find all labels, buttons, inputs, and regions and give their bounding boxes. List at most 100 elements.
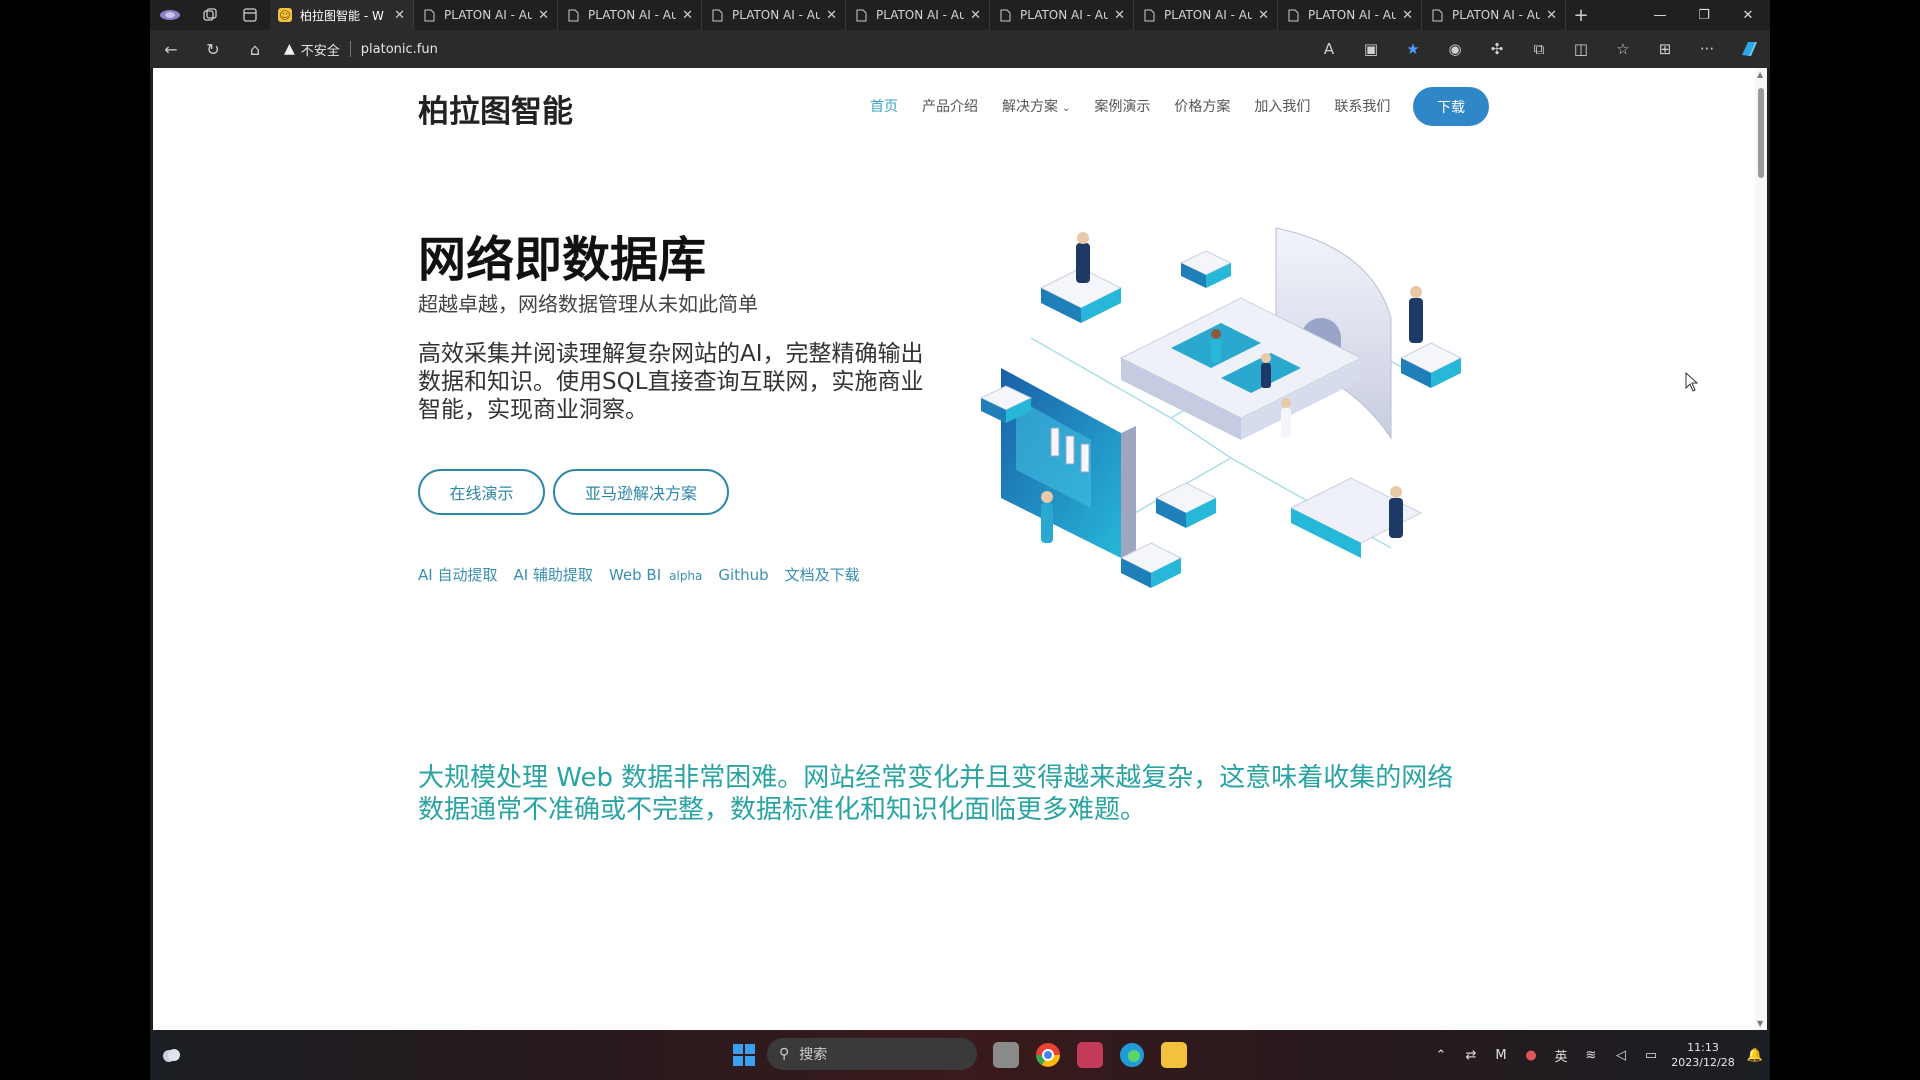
link-ai-assisted-extract[interactable]: AI 辅助提取 [513, 564, 592, 585]
page-icon [1430, 8, 1444, 22]
hero-description: 高效采集并阅读理解复杂网站的AI，完整精确输出数据和知识。使用SQL直接查询互联… [418, 341, 924, 423]
url-field[interactable]: ▲ 不安全 platonic.fun [284, 34, 1284, 64]
taskbar: ⚲ 搜索 ⌃ ⇄ M ● 英 ≋ ◁ ▭ 11:13 2023/12/28 🔔 [150, 1030, 1770, 1080]
close-icon[interactable]: ✕ [1402, 8, 1413, 23]
tab-title: PLATON AI - Au [444, 8, 533, 22]
page-icon [998, 8, 1012, 22]
link-github[interactable]: Github [718, 566, 768, 584]
nav-cases[interactable]: 案例演示 [1094, 96, 1150, 116]
tray-app-icon[interactable]: M [1486, 1048, 1516, 1063]
workspaces-icon[interactable] [190, 0, 230, 30]
clock-date: 2023/12/28 [1671, 1056, 1735, 1069]
extension-icon[interactable]: ✣ [1476, 30, 1518, 68]
more-icon[interactable]: ··· [1686, 30, 1728, 68]
refresh-icon[interactable]: ↻ [192, 30, 234, 68]
nav-solutions[interactable]: 解决方案 ⌄ [1002, 96, 1070, 116]
favorite-star-icon[interactable]: ★ [1392, 30, 1434, 68]
link-web-bi[interactable]: Web BI [609, 566, 661, 584]
close-icon[interactable]: ✕ [1258, 8, 1269, 23]
close-icon[interactable]: ✕ [1546, 8, 1557, 23]
microphone-icon[interactable]: ● [1516, 1048, 1546, 1063]
tab-4[interactable]: PLATON AI - Au ✕ [846, 0, 990, 30]
tab-7[interactable]: PLATON AI - Au ✕ [1278, 0, 1422, 30]
windows-start-icon[interactable] [733, 1044, 755, 1066]
tab-1[interactable]: PLATON AI - Au ✕ [414, 0, 558, 30]
close-icon[interactable]: ✕ [826, 8, 837, 23]
screen: ☺ 柏拉图智能 - W ✕ PLATON AI - Au ✕ PLATON AI… [150, 0, 1770, 1080]
app-available-icon[interactable]: ▣ [1350, 30, 1392, 68]
scrollbar-thumb[interactable] [1758, 88, 1764, 178]
minimize-icon[interactable]: — [1638, 0, 1682, 30]
weather-icon[interactable] [160, 1044, 182, 1066]
new-tab-button[interactable]: + [1566, 5, 1596, 26]
page-icon [710, 8, 724, 22]
collections-icon[interactable]: ⊞ [1644, 30, 1686, 68]
main-nav: 首页 产品介绍 解决方案 ⌄ 案例演示 价格方案 加入我们 联系我们 [870, 96, 1414, 116]
copilot-icon[interactable] [1728, 30, 1770, 68]
scroll-up-icon[interactable]: ▲ [1757, 70, 1763, 79]
site-logo[interactable]: 柏拉图智能 [418, 86, 573, 131]
page-icon [854, 8, 868, 22]
tab-0[interactable]: ☺ 柏拉图智能 - W ✕ [270, 0, 414, 30]
restore-icon[interactable]: ❐ [1682, 0, 1726, 30]
nav-join[interactable]: 加入我们 [1254, 96, 1310, 116]
web-page: 柏拉图智能 首页 产品介绍 解决方案 ⌄ 案例演示 价格方案 加入我们 联系我们 … [153, 68, 1767, 1030]
close-window-icon[interactable]: ✕ [1726, 0, 1770, 30]
close-icon[interactable]: ✕ [970, 8, 981, 23]
nav-home[interactable]: 首页 [870, 96, 898, 116]
wifi-icon[interactable]: ≋ [1576, 1048, 1606, 1063]
tab-3[interactable]: PLATON AI - Au ✕ [702, 0, 846, 30]
tab-title: PLATON AI - Au [588, 8, 677, 22]
close-icon[interactable]: ✕ [394, 8, 405, 23]
online-demo-button[interactable]: 在线演示 [418, 469, 545, 515]
amazon-solution-button[interactable]: 亚马逊解决方案 [553, 469, 729, 515]
notification-bell-icon[interactable]: 🔔 [1740, 1048, 1770, 1063]
feature-links: AI 自动提取 AI 辅助提取 Web BI alpha Github 文档及下… [418, 564, 876, 585]
tab-6[interactable]: PLATON AI - Au ✕ [1134, 0, 1278, 30]
hero-illustration [979, 227, 1463, 588]
home-icon[interactable]: ⌂ [234, 30, 276, 68]
download-button[interactable]: 下载 [1413, 87, 1489, 126]
tab-title: 柏拉图智能 - W [300, 8, 384, 23]
close-icon[interactable]: ✕ [1114, 8, 1125, 23]
chevron-up-icon[interactable]: ⌃ [1426, 1048, 1456, 1063]
extensions-puzzle-icon[interactable]: ⧉ [1518, 30, 1560, 68]
jetbrains-icon[interactable] [1077, 1042, 1103, 1068]
extension-avatar-icon[interactable]: ◉ [1434, 30, 1476, 68]
tab-8[interactable]: PLATON AI - Au ✕ [1422, 0, 1566, 30]
transfer-icon[interactable]: ⇄ [1456, 1048, 1486, 1063]
insecure-label: 不安全 [300, 43, 340, 59]
clock[interactable]: 11:13 2023/12/28 [1666, 1040, 1740, 1070]
taskbar-search[interactable]: ⚲ 搜索 [767, 1038, 977, 1070]
page-icon [422, 8, 436, 22]
page-scrollbar[interactable]: ▲ ▼ [1755, 68, 1767, 1030]
ime-indicator[interactable]: 英 [1546, 1046, 1576, 1065]
tab-title: PLATON AI - Au [876, 8, 965, 22]
profile-icon[interactable] [150, 0, 190, 30]
chrome-icon[interactable] [1035, 1042, 1061, 1068]
close-icon[interactable]: ✕ [682, 8, 693, 23]
nav-products[interactable]: 产品介绍 [922, 96, 978, 116]
window-controls: — ❐ ✕ [1638, 0, 1770, 30]
task-view-icon[interactable] [993, 1042, 1019, 1068]
file-explorer-icon[interactable] [1161, 1042, 1187, 1068]
browser-toolbar: A ▣ ★ ◉ ✣ ⧉ ◫ ☆ ⊞ ··· [1308, 30, 1770, 68]
battery-icon[interactable]: ▭ [1636, 1048, 1666, 1063]
favorites-icon[interactable]: ☆ [1602, 30, 1644, 68]
tab-2[interactable]: PLATON AI - Au ✕ [558, 0, 702, 30]
back-icon[interactable]: ← [150, 30, 192, 68]
link-docs-download[interactable]: 文档及下载 [785, 564, 860, 585]
close-icon[interactable]: ✕ [538, 8, 549, 23]
read-aloud-icon[interactable]: A [1308, 30, 1350, 68]
nav-contact[interactable]: 联系我们 [1334, 96, 1390, 116]
nav-pricing[interactable]: 价格方案 [1174, 96, 1230, 116]
tab-title: PLATON AI - Au [1020, 8, 1109, 22]
tab-5[interactable]: PLATON AI - Au ✕ [990, 0, 1134, 30]
link-ai-auto-extract[interactable]: AI 自动提取 [418, 564, 497, 585]
edge-icon[interactable] [1119, 1042, 1145, 1068]
split-screen-icon[interactable]: ◫ [1560, 30, 1602, 68]
volume-icon[interactable]: ◁ [1606, 1048, 1636, 1063]
clock-time: 11:13 [1687, 1041, 1719, 1054]
scroll-down-icon[interactable]: ▼ [1757, 1019, 1763, 1028]
tab-actions-icon[interactable] [230, 0, 270, 30]
